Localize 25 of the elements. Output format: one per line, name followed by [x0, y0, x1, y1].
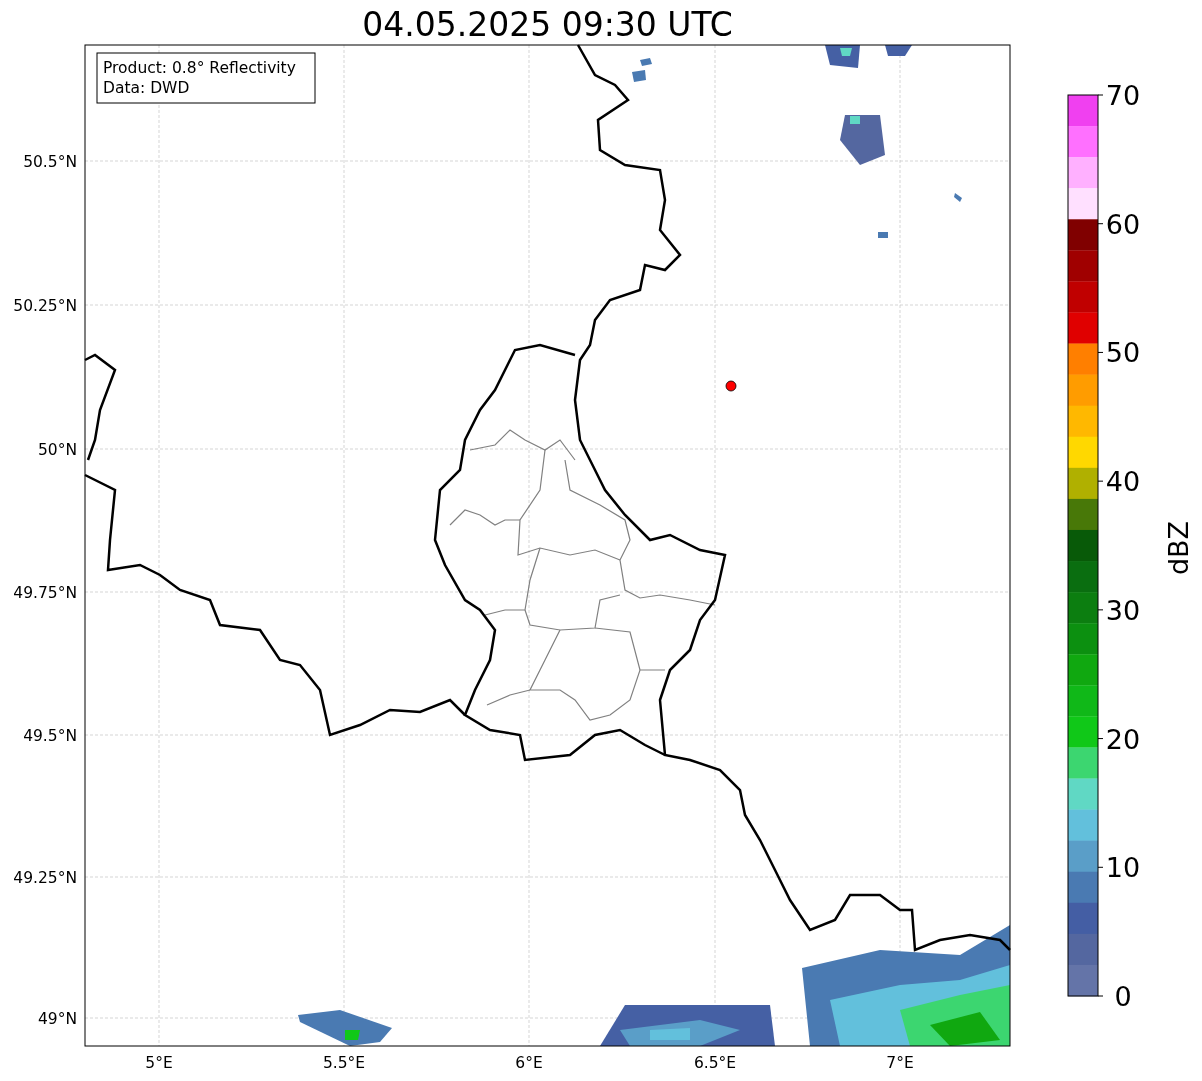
colorbar-tick-label: 40	[1105, 466, 1141, 498]
colorbar-tick-label: 20	[1105, 723, 1141, 755]
colorbar-tick-label: 30	[1105, 594, 1141, 626]
axis-tick-label: 7°E	[886, 1054, 914, 1072]
colorbar-label: dBZ	[1163, 520, 1194, 576]
axis-tick-label: 49.5°N	[23, 727, 77, 745]
axis-tick-label: 5.5°E	[322, 1054, 366, 1072]
axis-tick-label: 5°E	[145, 1054, 173, 1072]
info-text: Data: DWD	[103, 79, 190, 97]
axis-tick-label: 6.5°E	[693, 1054, 737, 1072]
axis-tick-label: 49.25°N	[13, 869, 77, 887]
location-marker	[725, 380, 737, 392]
colorbar-tick-label: 60	[1105, 208, 1141, 240]
chart-title: 04.05.2025 09:30 UTC	[362, 5, 733, 44]
info-text: Product: 0.8° Reflectivity	[103, 59, 296, 77]
colorbar-tick-label: 10	[1105, 852, 1141, 884]
axis-tick-label: 50°N	[37, 441, 77, 459]
axis-tick-label: 50.5°N	[23, 153, 77, 171]
colorbar-tick-label: 70	[1105, 80, 1141, 111]
axis-tick-label: 6°E	[515, 1054, 543, 1072]
axis-tick-label: 49.75°N	[13, 584, 77, 602]
colorbar-tick-label: 50	[1105, 337, 1141, 369]
axis-tick-label: 49°N	[37, 1010, 77, 1028]
colorbar-tick-label: 0	[1114, 981, 1132, 1012]
axis-tick-label: 50.25°N	[13, 297, 77, 315]
